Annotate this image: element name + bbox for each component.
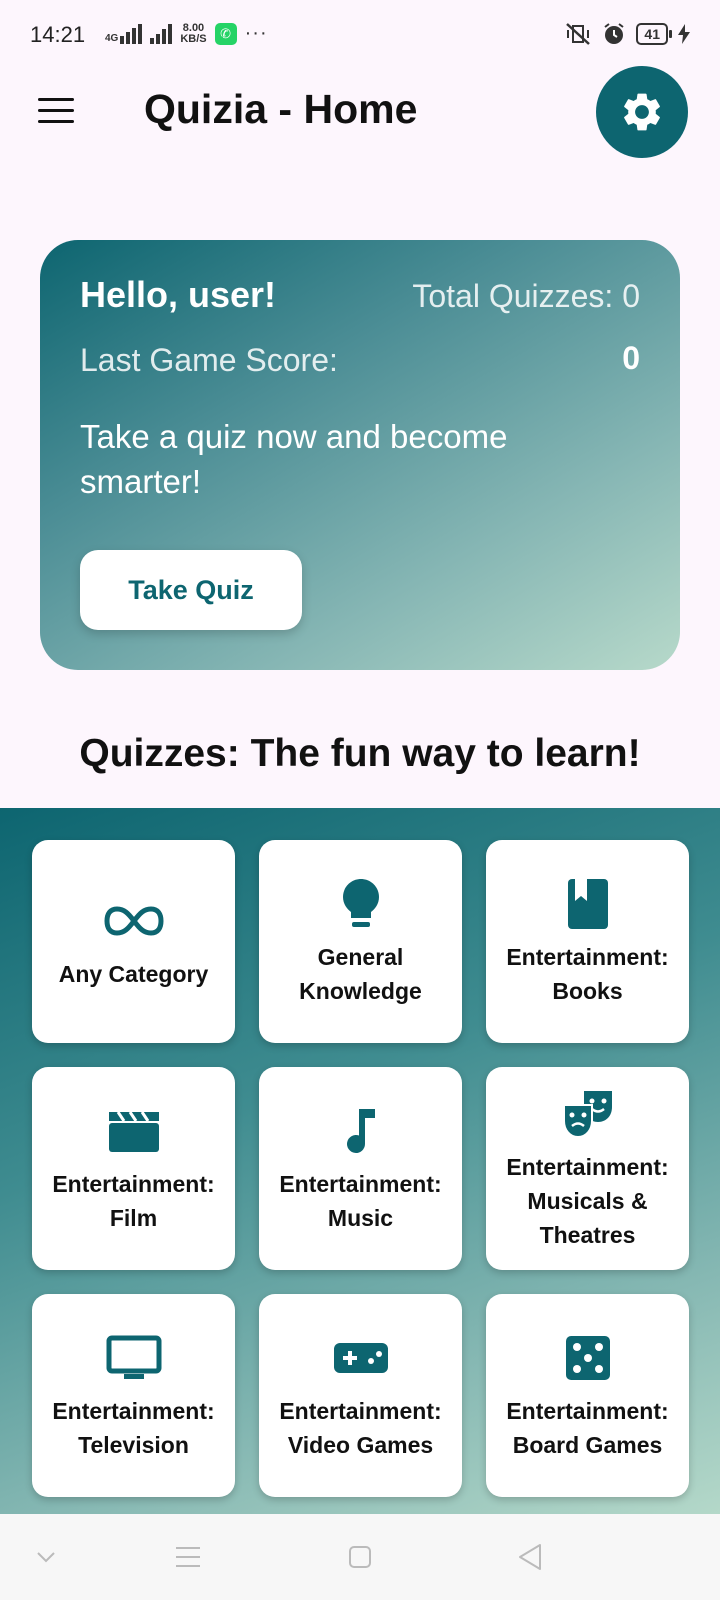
mute-vibrate-icon: [566, 23, 591, 45]
status-right-icons: 41: [564, 22, 690, 46]
theater-masks-icon: [562, 1086, 614, 1142]
category-label: Entertainment: Television: [52, 1397, 215, 1458]
signal-icon: [150, 23, 173, 44]
chevron-down-icon: [37, 1552, 55, 1563]
last-score-value: 0: [622, 340, 640, 376]
category-label: Entertainment: Board Games: [506, 1397, 669, 1458]
nav-back-button[interactable]: [510, 1542, 550, 1572]
category-grid: Any Category General Knowledge Entertain…: [32, 840, 689, 1497]
category-card-music[interactable]: Entertainment: Music: [259, 1067, 462, 1270]
app-bar: Quizia - Home: [0, 62, 720, 162]
infinity-icon: [103, 893, 165, 949]
gamepad-icon: [333, 1330, 389, 1386]
network-speed: 8.00 KB/S: [180, 21, 207, 45]
more-notifications-icon: ···: [244, 22, 268, 44]
category-card-any[interactable]: Any Category: [32, 840, 235, 1043]
alarm-icon: [604, 23, 625, 44]
take-quiz-button[interactable]: Take Quiz: [80, 550, 302, 630]
category-label: Entertainment: Video Games: [279, 1397, 442, 1458]
television-icon: [106, 1330, 162, 1386]
network-type: 4G: [105, 32, 119, 44]
category-card-video-games[interactable]: Entertainment: Video Games: [259, 1294, 462, 1497]
book-icon: [567, 876, 609, 932]
status-left-icons: 4G 8.00 KB/S ✆ ···: [105, 22, 268, 45]
battery-icon: 41: [636, 23, 672, 45]
category-card-musicals-theatres[interactable]: Entertainment: Musicals & Theatres: [486, 1067, 689, 1270]
category-label: Entertainment: Film: [52, 1170, 215, 1231]
status-time: 14:21: [30, 22, 86, 47]
section-title: Quizzes: The fun way to learn!: [79, 732, 641, 775]
greeting: Hello, user!: [80, 274, 277, 315]
welcome-card: Hello, user! Total Quizzes: 0 Last Game …: [40, 240, 680, 670]
mobile-signal-icon: 4G: [105, 23, 143, 44]
category-card-books[interactable]: Entertainment: Books: [486, 840, 689, 1043]
category-card-general-knowledge[interactable]: General Knowledge: [259, 840, 462, 1043]
menu-icon[interactable]: [38, 98, 74, 124]
home-square-icon: [349, 1546, 371, 1568]
status-bar: 14:21 4G 8.00 KB/S ✆ ··· 41: [0, 0, 720, 70]
category-card-television[interactable]: Entertainment: Television: [32, 1294, 235, 1497]
category-card-film[interactable]: Entertainment: Film: [32, 1067, 235, 1270]
category-label: Entertainment: Musicals & Theatres: [506, 1153, 669, 1248]
nav-recents-button[interactable]: [168, 1542, 208, 1572]
category-label: Entertainment: Books: [506, 943, 669, 1004]
last-score-label: Last Game Score:: [80, 342, 338, 378]
total-quizzes: Total Quizzes: 0: [412, 278, 640, 314]
charging-icon: [678, 24, 690, 44]
tagline: Take a quiz now and become smarter!: [80, 418, 508, 500]
page-title: Quizia - Home: [144, 86, 418, 132]
back-triangle-icon: [519, 1544, 541, 1570]
category-card-board-games[interactable]: Entertainment: Board Games: [486, 1294, 689, 1497]
settings-button[interactable]: [596, 66, 688, 158]
speed-unit: KB/S: [180, 32, 207, 45]
category-label: Any Category: [58, 960, 209, 987]
recents-icon: [176, 1547, 200, 1567]
lightbulb-icon: [341, 876, 381, 932]
category-section: Any Category General Knowledge Entertain…: [0, 808, 720, 1514]
gear-icon: [624, 93, 660, 131]
clapperboard-icon: [108, 1103, 160, 1159]
dice-icon: [565, 1330, 611, 1386]
nav-home-button[interactable]: [340, 1542, 380, 1572]
speed-value: 8.00: [182, 21, 205, 34]
nav-collapse-button[interactable]: [26, 1542, 66, 1572]
system-nav-bar: [0, 1514, 720, 1600]
category-label: General Knowledge: [299, 943, 422, 1004]
category-label: Entertainment: Music: [279, 1170, 442, 1231]
music-note-icon: [345, 1103, 377, 1159]
whatsapp-icon: ✆: [214, 22, 237, 45]
